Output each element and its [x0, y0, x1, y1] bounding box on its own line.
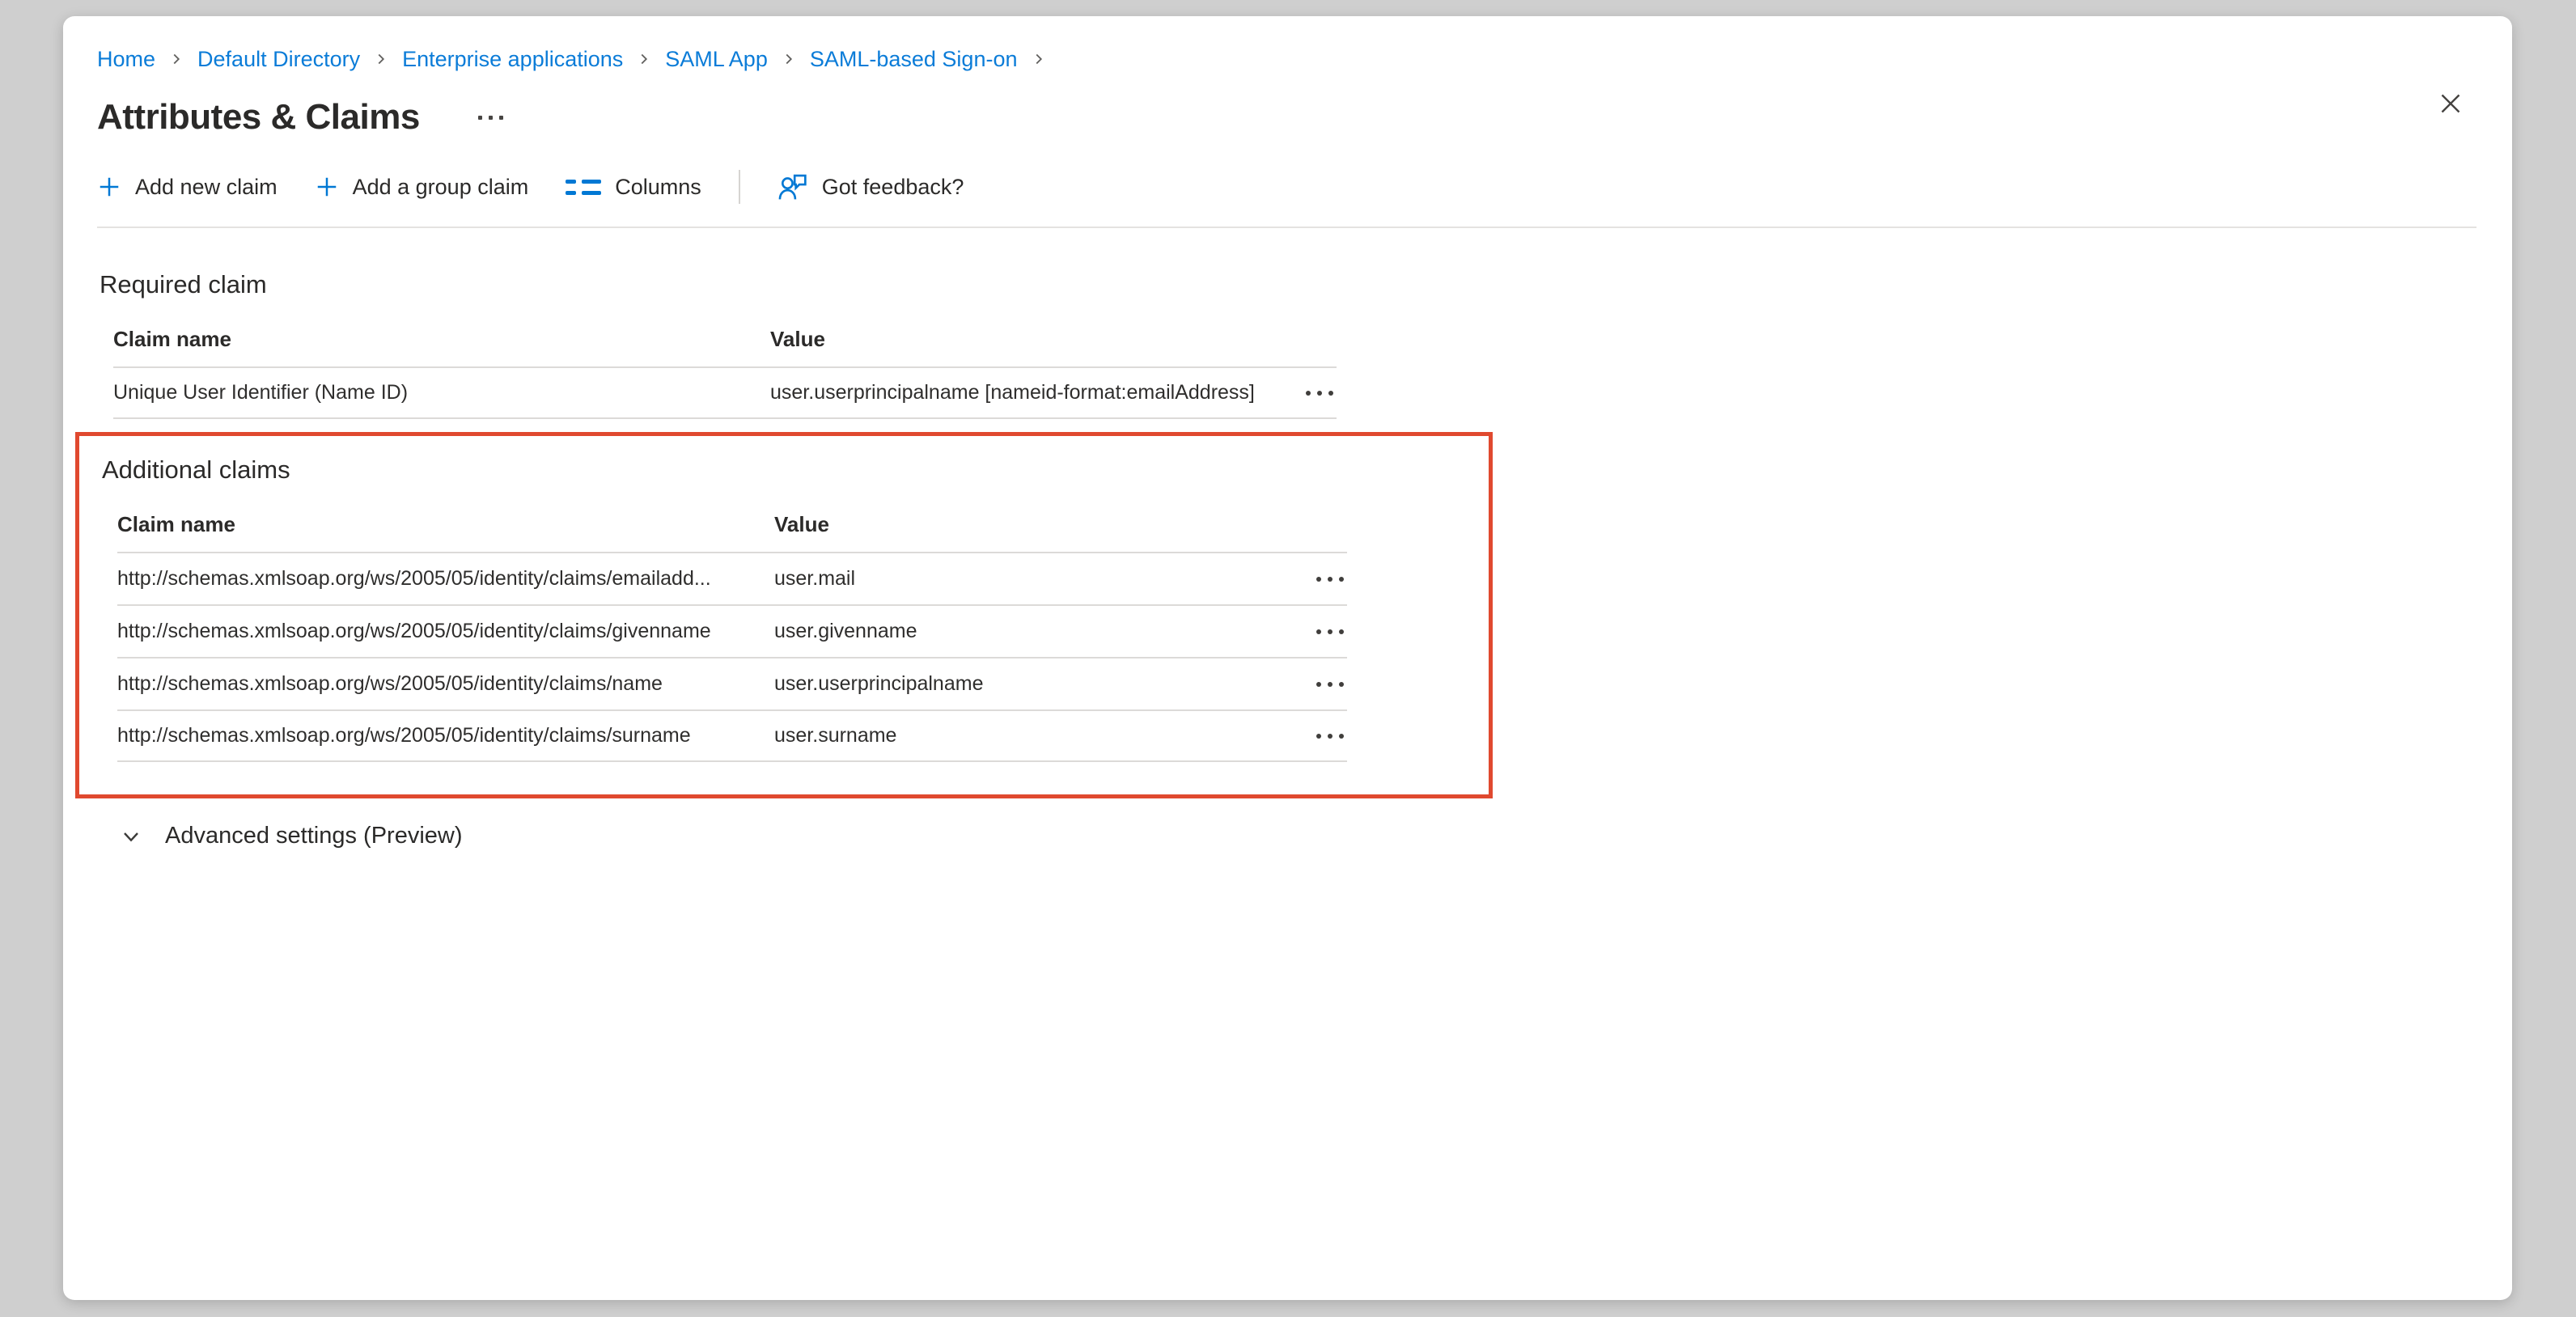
row-menu-button[interactable] [1313, 621, 1347, 642]
chevron-right-icon [372, 50, 390, 68]
additional-claims-heading: Additional claims [102, 455, 1489, 485]
more-options-button[interactable] [470, 108, 511, 128]
row-menu-button[interactable] [1313, 674, 1347, 695]
breadcrumb-link-default-directory[interactable]: Default Directory [197, 45, 360, 73]
add-new-claim-label: Add new claim [135, 175, 278, 200]
claim-name-cell: http://schemas.xmlsoap.org/ws/2005/05/id… [117, 672, 774, 696]
close-icon [2436, 89, 2465, 118]
advanced-settings-toggle[interactable]: Advanced settings (Preview) [118, 823, 463, 849]
chevron-right-icon [635, 50, 653, 68]
panel-content: Home Default Directory Enterprise applic… [63, 16, 2512, 1300]
column-header-claim-name: Claim name [117, 512, 774, 537]
close-button[interactable] [2431, 84, 2470, 123]
chevron-right-icon [1030, 50, 1048, 68]
claim-value-cell: user.userprincipalname [774, 672, 1273, 696]
columns-button[interactable]: Columns [566, 175, 701, 200]
column-header-value: Value [774, 512, 1273, 537]
claim-row-name[interactable]: http://schemas.xmlsoap.org/ws/2005/05/id… [117, 657, 1347, 709]
feedback-button[interactable]: Got feedback? [777, 172, 964, 202]
chevron-down-icon [118, 824, 144, 849]
chevron-right-icon [780, 50, 798, 68]
column-header-claim-name: Claim name [113, 327, 770, 352]
breadcrumb: Home Default Directory Enterprise applic… [97, 45, 2476, 73]
feedback-label: Got feedback? [822, 175, 964, 200]
claim-row-nameid[interactable]: Unique User Identifier (Name ID) user.us… [113, 366, 1337, 419]
columns-label: Columns [615, 175, 701, 200]
required-claim-section: Required claim Claim name Value Unique U… [97, 270, 2476, 419]
advanced-settings-label: Advanced settings (Preview) [165, 823, 463, 849]
claim-row-givenname[interactable]: http://schemas.xmlsoap.org/ws/2005/05/id… [117, 604, 1347, 657]
additional-claims-highlight-box: Additional claims Claim name Value http:… [75, 432, 1493, 798]
row-menu-button[interactable] [1313, 726, 1347, 747]
add-new-claim-button[interactable]: Add new claim [97, 175, 278, 200]
claim-row-surname[interactable]: http://schemas.xmlsoap.org/ws/2005/05/id… [117, 709, 1347, 762]
plus-icon [315, 175, 339, 199]
title-row: Attributes & Claims [97, 97, 2476, 138]
breadcrumb-link-home[interactable]: Home [97, 45, 155, 73]
toolbar: Add new claim Add a group claim Columns [97, 170, 2476, 228]
toolbar-divider [739, 170, 740, 204]
columns-icon [566, 180, 601, 195]
row-menu-button[interactable] [1303, 383, 1337, 404]
breadcrumb-link-saml-app[interactable]: SAML App [665, 45, 768, 73]
attributes-claims-panel: Home Default Directory Enterprise applic… [63, 16, 2512, 1300]
claim-row-emailaddress[interactable]: http://schemas.xmlsoap.org/ws/2005/05/id… [117, 552, 1347, 604]
add-group-claim-button[interactable]: Add a group claim [315, 175, 529, 200]
chevron-right-icon [167, 50, 185, 68]
claim-value-cell: user.mail [774, 567, 1273, 591]
row-menu-button[interactable] [1313, 569, 1347, 590]
breadcrumb-link-saml-based-sign-on[interactable]: SAML-based Sign-on [810, 45, 1018, 73]
page-title: Attributes & Claims [97, 97, 420, 138]
breadcrumb-link-enterprise-applications[interactable]: Enterprise applications [402, 45, 623, 73]
add-group-claim-label: Add a group claim [353, 175, 529, 200]
required-claim-table: Claim name Value Unique User Identifier … [113, 309, 1337, 419]
feedback-person-icon [777, 172, 808, 202]
plus-icon [97, 175, 121, 199]
table-header-row: Claim name Value [113, 309, 1337, 366]
required-claim-heading: Required claim [100, 270, 2476, 299]
additional-claims-table: Claim name Value http://schemas.xmlsoap.… [117, 494, 1347, 762]
column-header-value: Value [770, 327, 1262, 352]
claim-value-cell: user.givenname [774, 620, 1273, 643]
claim-value-cell: user.userprincipalname [nameid-format:em… [770, 381, 1262, 404]
claim-name-cell: http://schemas.xmlsoap.org/ws/2005/05/id… [117, 620, 774, 643]
claim-name-cell: Unique User Identifier (Name ID) [113, 381, 770, 404]
table-header-row: Claim name Value [117, 494, 1347, 552]
claim-value-cell: user.surname [774, 724, 1273, 747]
claim-name-cell: http://schemas.xmlsoap.org/ws/2005/05/id… [117, 567, 774, 591]
claim-name-cell: http://schemas.xmlsoap.org/ws/2005/05/id… [117, 724, 774, 747]
